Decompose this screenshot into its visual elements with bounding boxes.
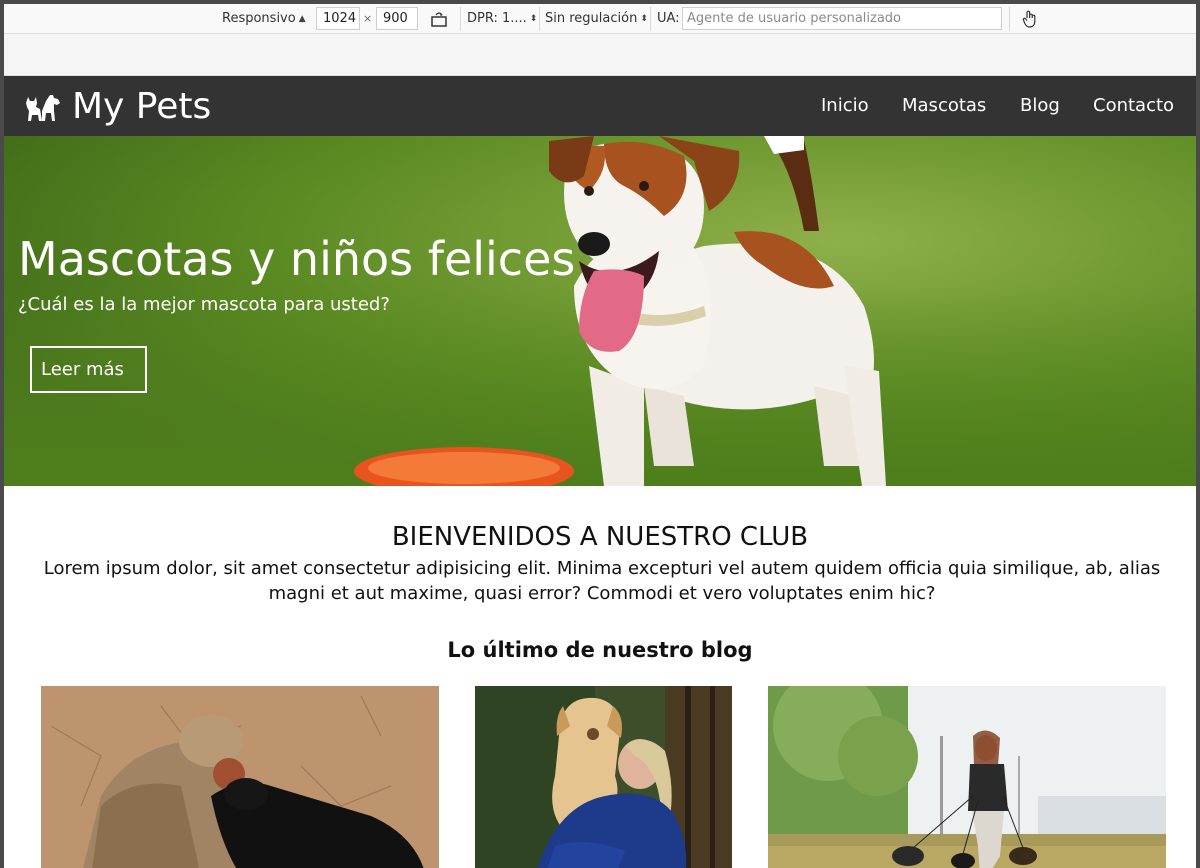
rotate-icon[interactable] <box>430 4 448 33</box>
device-select-label: Responsivo <box>222 11 296 26</box>
pets-logo-icon <box>26 95 60 121</box>
nav-item-blog[interactable]: Blog <box>1020 95 1060 116</box>
hero-subtitle: ¿Cuál es la la mejor mascota para usted? <box>18 294 390 315</box>
touch-simulation-icon[interactable] <box>1021 4 1039 33</box>
ua-label: UA: <box>657 11 680 26</box>
throttling-label: Sin regulación <box>545 11 638 26</box>
page-viewport: My Pets Inicio Mascotas Blog Contacto Ma… <box>4 76 1196 868</box>
nav-item-contacto[interactable]: Contacto <box>1093 95 1174 116</box>
dpr-select[interactable]: DPR: 1.... ⬍ <box>467 4 537 33</box>
height-value: 900 <box>383 11 408 26</box>
blog-section-title: Lo último de nuestro blog <box>447 638 753 662</box>
brand-logo[interactable]: My Pets <box>24 84 211 128</box>
select-arrows-icon: ⬍ <box>640 13 648 24</box>
navbar: My Pets Inicio Mascotas Blog Contacto <box>4 76 1196 136</box>
toolbar-spacer <box>4 34 1196 76</box>
responsive-toolbar: Responsivo ▲ 1024 × 900 DPR: 1.... ⬍ Sin… <box>4 4 1196 34</box>
blog-post-image-soldier[interactable] <box>41 686 439 868</box>
height-input[interactable]: 900 <box>376 7 418 30</box>
brand-name: My Pets <box>72 85 212 127</box>
dimension-separator: × <box>363 12 373 25</box>
welcome-text: Lorem ipsum dolor, sit amet consectetur … <box>43 558 1161 604</box>
blog-post-image-dog-walker[interactable] <box>768 686 1166 868</box>
user-agent-input[interactable] <box>682 7 1002 30</box>
dpr-label: DPR: 1.... <box>467 11 527 26</box>
blog-post-image-woman-dog[interactable] <box>475 686 732 868</box>
nav-item-mascotas[interactable]: Mascotas <box>902 95 986 116</box>
device-select[interactable]: Responsivo ▲ <box>222 4 306 33</box>
width-input[interactable]: 1024 <box>316 7 360 30</box>
hero-title: Mascotas y niños felices <box>18 232 576 286</box>
nav-item-inicio[interactable]: Inicio <box>821 95 869 116</box>
read-more-button[interactable]: Leer más <box>30 346 147 393</box>
browser-frame: Responsivo ▲ 1024 × 900 DPR: 1.... ⬍ Sin… <box>4 4 1196 868</box>
welcome-title: BIENVENIDOS A NUESTRO CLUB <box>391 522 809 552</box>
hero-banner: Mascotas y niños felices ¿Cuál es la la … <box>4 136 1196 486</box>
throttling-select[interactable]: Sin regulación ⬍ <box>545 4 648 33</box>
select-arrows-icon: ⬍ <box>529 13 538 24</box>
select-arrows-icon: ▲ <box>298 13 306 24</box>
width-value: 1024 <box>323 11 357 26</box>
